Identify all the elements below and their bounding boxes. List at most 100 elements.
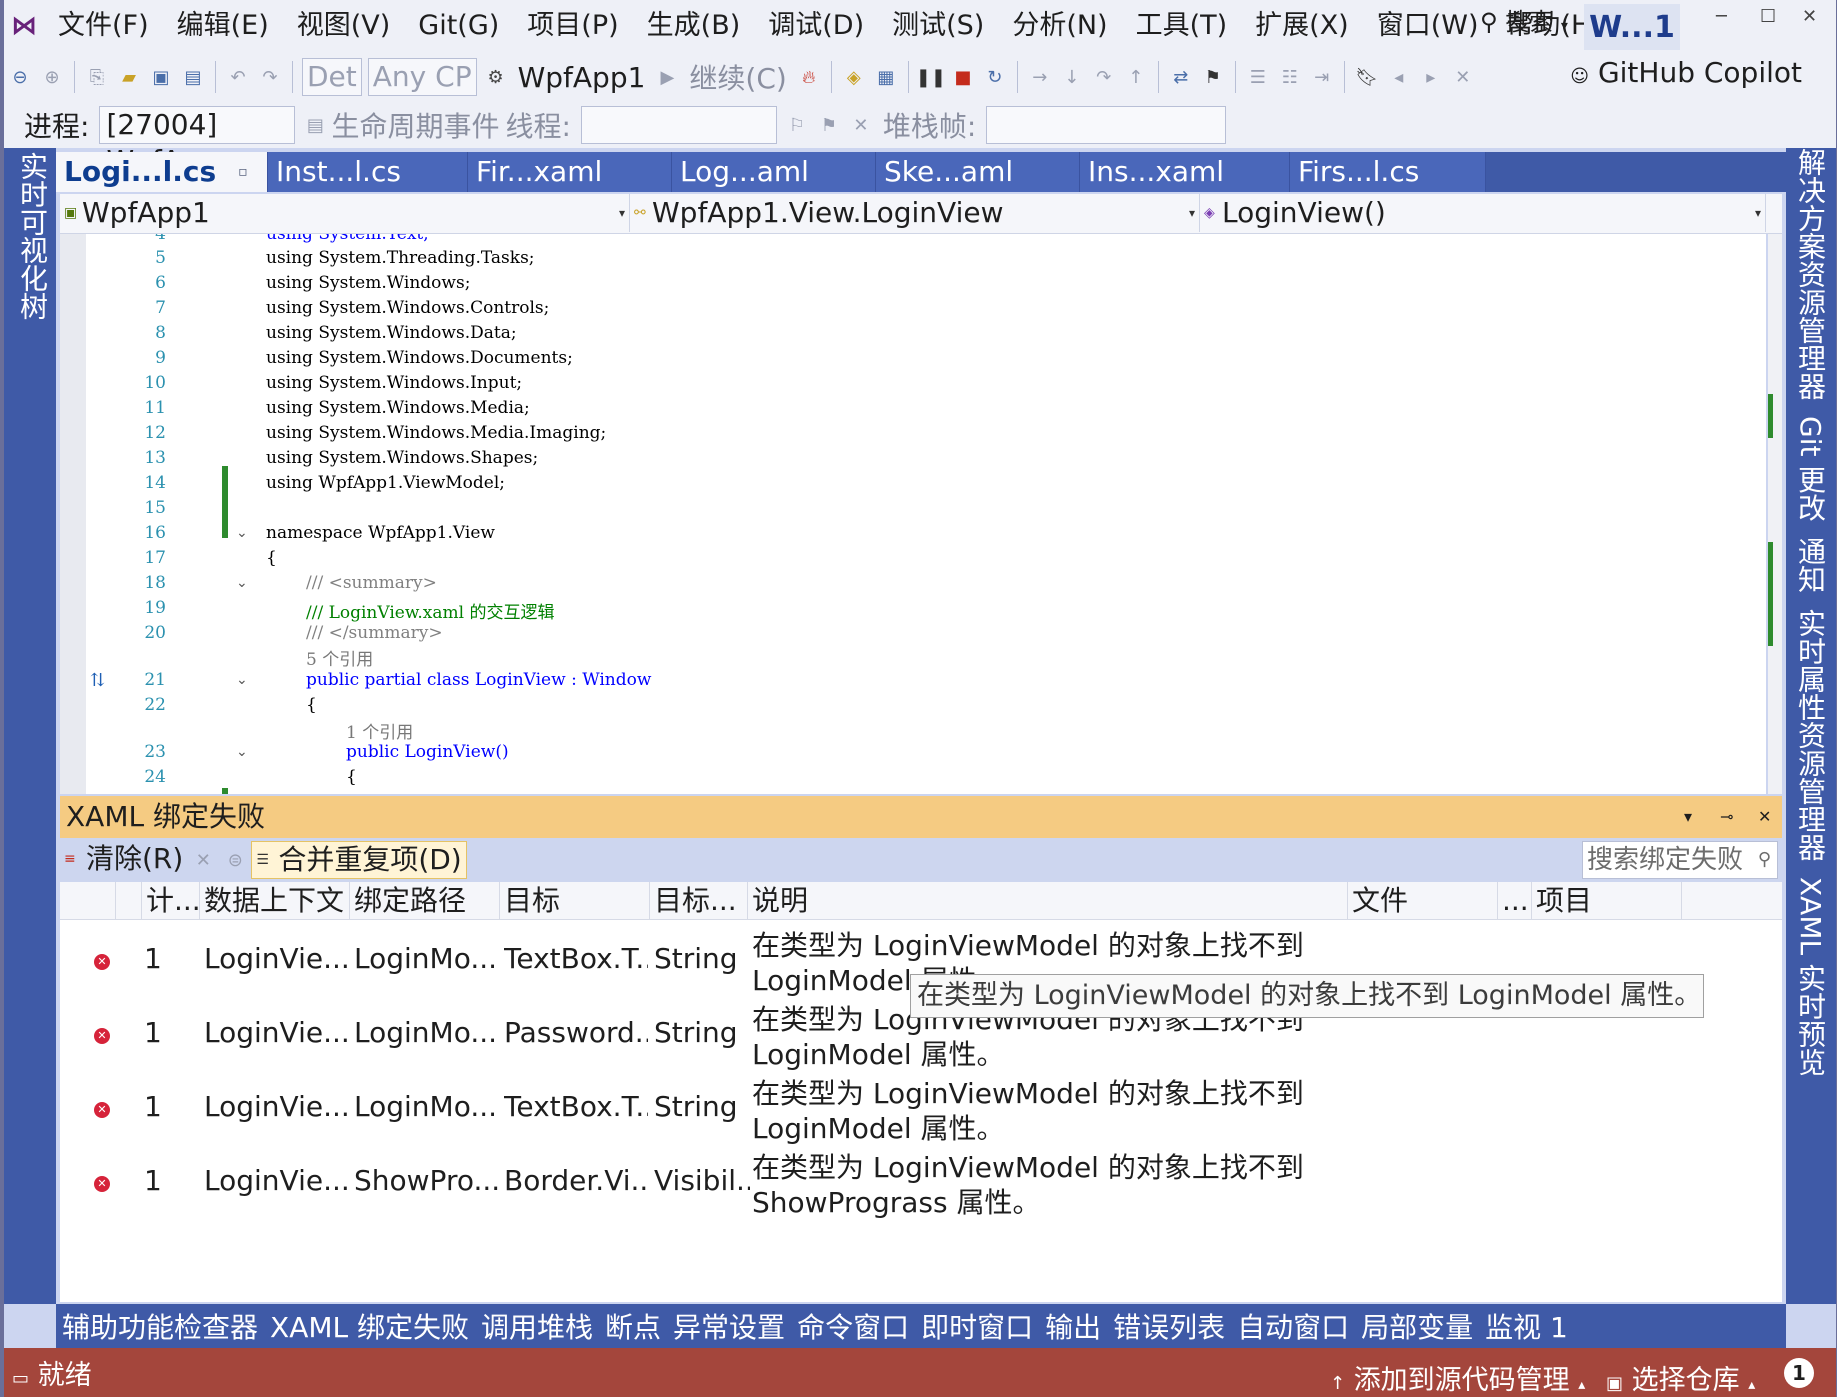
column-header-target-type[interactable]: 目标... (650, 882, 748, 920)
stop-icon[interactable]: ■ (950, 64, 976, 90)
flag-all-threads-icon[interactable]: ⚑ (816, 112, 842, 138)
restart-icon[interactable]: ↻ (982, 64, 1008, 90)
doc-tab-log-xaml[interactable]: Log...aml (672, 152, 876, 192)
column-header-target[interactable]: 目标 (500, 882, 650, 920)
tool-tab-locals[interactable]: 局部变量 (1355, 1306, 1479, 1346)
menu-build[interactable]: 生成(B) (633, 0, 755, 52)
new-item-icon[interactable]: ⎘ (84, 64, 110, 90)
live-visual-tree-tab[interactable]: 实时可视化树 (12, 152, 52, 320)
notifications-badge[interactable]: 1 (1784, 1358, 1814, 1388)
pin-icon[interactable]: ⊸ (1720, 796, 1733, 838)
collapse-icon[interactable]: ⌄ (236, 672, 248, 688)
menu-extensions[interactable]: 扩展(X) (1241, 0, 1363, 52)
column-header-binding-path[interactable]: 绑定路径 (350, 882, 500, 920)
type-dropdown[interactable]: ⚯ WpfApp1.View.LoginView ▾ (630, 194, 1200, 232)
tool-tab-accessibility-checker[interactable]: 辅助功能检查器 (56, 1306, 264, 1346)
codelens-references[interactable]: 1 个引用 (346, 718, 413, 743)
continue-icon[interactable]: ▶ (654, 64, 680, 90)
menu-tools[interactable]: 工具(T) (1122, 0, 1242, 52)
doc-tab-loginview-cs[interactable]: Logi...l.cs ▫ ✕ (56, 152, 283, 192)
prev-bookmark-icon[interactable]: ◂ (1386, 64, 1412, 90)
column-header-file[interactable]: 文件 (1348, 882, 1498, 920)
collapse-icon[interactable]: ⌄ (236, 744, 248, 760)
forward-icon[interactable]: ⊕ (39, 64, 65, 90)
tool-tab-exception-settings[interactable]: 异常设置 (667, 1306, 791, 1346)
menu-git[interactable]: Git(G) (404, 0, 513, 52)
flag-thread-icon[interactable]: ⚐ (784, 112, 810, 138)
indent-icon[interactable]: ⇥ (1309, 64, 1335, 90)
pause-icon[interactable]: ❚❚ (916, 64, 946, 90)
tool-tab-immediate-window[interactable]: 即时窗口 (915, 1306, 1039, 1346)
comment-icon[interactable]: ☰ (1245, 64, 1271, 90)
visual-studio-logo-icon[interactable]: ⋈ (4, 0, 44, 52)
doc-tab-inst-cs[interactable]: Inst...l.cs (268, 152, 468, 192)
git-changes-tab[interactable]: Git 更改 (1790, 416, 1830, 521)
collapse-icon[interactable]: ⌄ (236, 525, 248, 541)
live-property-explorer-tab[interactable]: 实时属性资源管理器 (1790, 609, 1830, 861)
close-icon[interactable]: ✕ (1758, 796, 1771, 838)
menu-debug[interactable]: 调试(D) (754, 0, 878, 52)
browser-link-icon[interactable]: ◈ (841, 64, 867, 90)
doc-tab-ins-xaml[interactable]: Ins...xaml (1080, 152, 1290, 192)
menu-edit[interactable]: 编辑(E) (163, 0, 283, 52)
undo-icon[interactable]: ↶ (225, 64, 251, 90)
tool-tab-breakpoints[interactable]: 断点 (599, 1306, 667, 1346)
stack-frame-dropdown[interactable] (986, 106, 1227, 144)
step-over-icon[interactable]: ↷ (1091, 64, 1117, 90)
maximize-icon[interactable]: ☐ (1760, 6, 1776, 27)
codelens-references[interactable]: 5 个引用 (306, 645, 373, 670)
tool-tab-command-window[interactable]: 命令窗口 (791, 1306, 915, 1346)
configuration-dropdown[interactable]: Det (302, 58, 362, 96)
next-bookmark-icon[interactable]: ▸ (1418, 64, 1444, 90)
thread-filter-icon[interactable]: ⚑ (1200, 64, 1226, 90)
hot-reload-flame-icon[interactable]: 🔥︎ (796, 64, 822, 90)
show-next-statement-icon[interactable]: → (1027, 64, 1053, 90)
clear-button[interactable]: ≡ 清除(R) (60, 841, 187, 879)
delete-icon[interactable]: ✕ (190, 847, 216, 873)
github-copilot-button[interactable]: ☺ GitHub Copilot (1570, 56, 1802, 89)
notifications-tab[interactable]: 通知 (1790, 537, 1830, 593)
continue-button[interactable]: 继续(C) (683, 57, 792, 97)
column-header-description[interactable]: 说明 (748, 882, 1348, 920)
doc-tab-fir-xaml[interactable]: Fir...xaml (468, 152, 672, 192)
column-header-blank[interactable] (116, 882, 142, 920)
search-binding-failures-input[interactable]: 搜索绑定失败 ⚲ (1582, 841, 1778, 879)
menu-test[interactable]: 测试(S) (878, 0, 998, 52)
tool-tab-output[interactable]: 输出 (1039, 1306, 1107, 1346)
column-header-icon[interactable] (60, 882, 116, 920)
doc-tab-firs-cs[interactable]: Firs...l.cs (1290, 152, 1486, 192)
menu-view[interactable]: 视图(V) (283, 0, 405, 52)
menu-search-button[interactable]: ⚲ 搜索 ▾ (1480, 2, 1568, 37)
solution-explorer-tab[interactable]: 解决方案资源管理器 (1790, 148, 1830, 400)
step-out-icon[interactable]: ↑ (1123, 64, 1149, 90)
project-dropdown[interactable]: ▣ WpfApp1 ▾ (60, 194, 630, 232)
bookmark-icon[interactable]: 🔖︎ (1354, 64, 1380, 90)
implementation-glyph-icon[interactable]: ⇅ (90, 670, 105, 691)
minimize-icon[interactable]: ─ (1716, 6, 1727, 27)
step-into-icon[interactable]: ↓ (1059, 64, 1085, 90)
diagnostic-tools-icon[interactable]: ▦ (873, 64, 899, 90)
lifecycle-events-dropdown[interactable]: 生命周期事件 (331, 105, 499, 145)
merge-duplicates-toggle[interactable]: ☰ 合并重复项(D) (251, 841, 467, 879)
show-threads-icon[interactable]: ✕ (848, 112, 874, 138)
select-repository-button[interactable]: ▣ 选择仓库 ▴ (1606, 1358, 1755, 1397)
open-file-icon[interactable]: ▰ (116, 64, 142, 90)
collapse-icon[interactable]: ⌄ (236, 575, 248, 591)
panel-options-icon[interactable]: ▾ (1684, 796, 1692, 838)
tool-tab-watch-1[interactable]: 监视 1 (1479, 1306, 1574, 1346)
startup-project-dropdown[interactable]: WpfApp1 (512, 61, 652, 94)
member-dropdown[interactable]: ◈ LoginView() ▾ (1200, 194, 1766, 232)
menu-window[interactable]: 窗口(W) (1363, 0, 1493, 52)
platform-dropdown[interactable]: Any CP (367, 58, 477, 96)
doc-tab-ske-xaml[interactable]: Ske...aml (876, 152, 1080, 192)
editor-vertical-scrollbar[interactable] (1768, 234, 1782, 794)
column-header-project[interactable]: 项目 (1532, 882, 1682, 920)
table-row[interactable]: ✕ 1 LoginVie... LoginMo... TextBox.T... … (60, 1070, 1782, 1145)
process-dropdown[interactable]: [27004] WpfA (99, 106, 296, 177)
solution-name-badge[interactable]: W...1 (1584, 4, 1680, 50)
code-editor[interactable]: 4 using System.Text; 5 using System.Thre… (60, 234, 1766, 794)
save-icon[interactable]: ▣ (148, 64, 174, 90)
add-to-source-control-button[interactable]: ↑ 添加到源代码管理 ▴ (1330, 1358, 1585, 1397)
pin-icon[interactable]: ▫ (238, 152, 248, 192)
tool-tab-error-list[interactable]: 错误列表 (1107, 1306, 1231, 1346)
